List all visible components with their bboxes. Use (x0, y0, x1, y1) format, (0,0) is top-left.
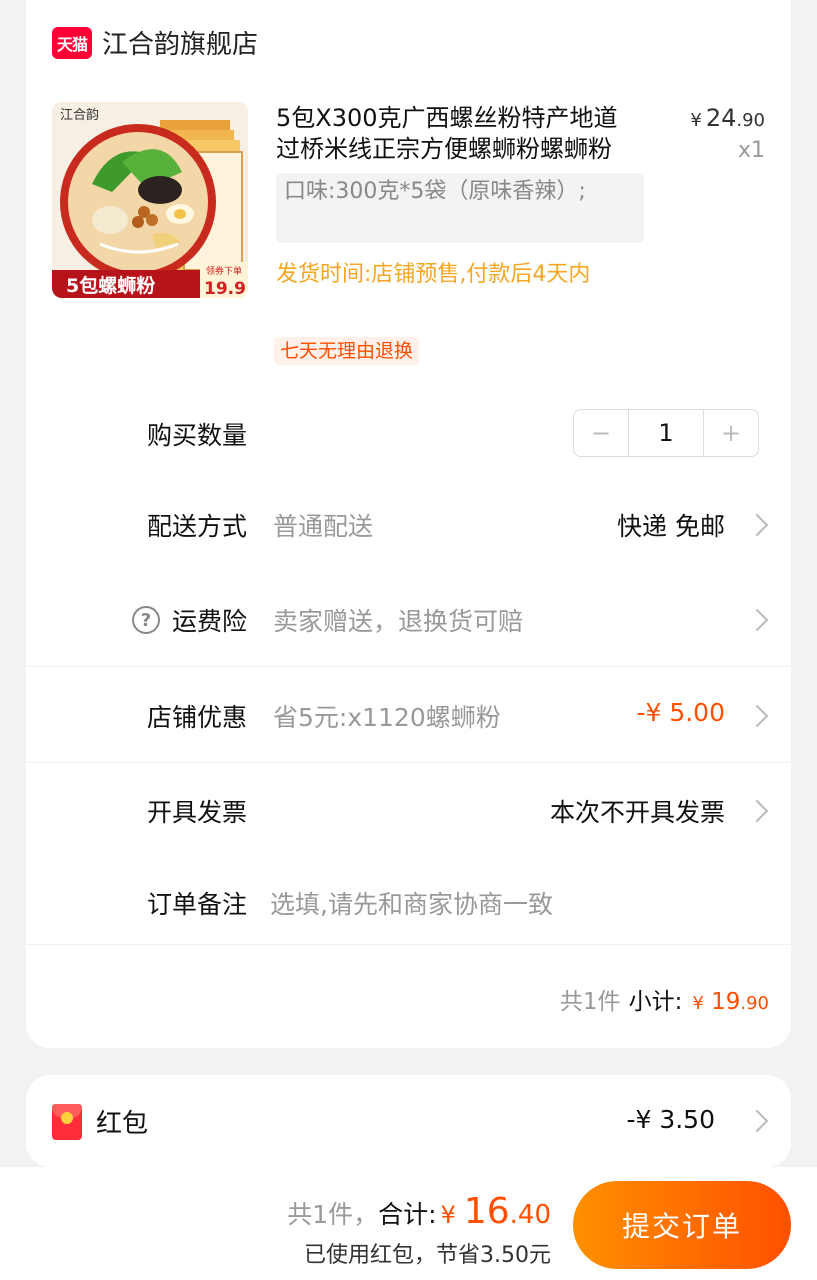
store-discount-row[interactable]: 店铺优惠 省5元:x1120螺蛳粉 -¥ 5.00 (26, 698, 791, 734)
delivery-method: 普通配送 (273, 512, 374, 541)
chevron-right-icon (745, 1109, 769, 1133)
insurance-label-group: ? 运费险 (131, 602, 247, 638)
product-image[interactable]: 螺蛳 江合韵 5包螺蛳粉 领券下单 19.9 (52, 102, 248, 298)
submit-order-button[interactable]: 提交订单 (573, 1181, 791, 1269)
divider (26, 944, 791, 945)
product-price-box: ¥24.90 x1 (690, 104, 765, 163)
delivery-row[interactable]: 配送方式 普通配送 快递 免邮 (26, 507, 791, 543)
insurance-desc: 卖家赠送，退换货可赔 (273, 607, 524, 636)
invoice-value: 本次不开具发票 (549, 798, 725, 827)
quantity-label: 购买数量 (146, 421, 247, 450)
ship-time-note: 发货时间:店铺预售,付款后4天内 (276, 262, 591, 287)
noodle-bowl-illustration: 螺蛳 江合韵 5包螺蛳粉 领券下单 19.9 (52, 102, 248, 298)
divider (26, 762, 791, 763)
price-tag: 19.9 (204, 279, 246, 298)
tmall-logo-icon: 天猫 (52, 26, 92, 59)
insurance-label: 运费险 (171, 607, 247, 636)
order-note-label: 订单备注 (146, 890, 247, 919)
red-packet-value: -¥ 3.50 (626, 1105, 715, 1134)
store-discount-label: 店铺优惠 (146, 703, 247, 732)
order-note-row: 订单备注 选填,请先和商家协商一致 (26, 885, 791, 921)
chevron-right-icon (745, 513, 769, 537)
order-total: 共1件，合计: ¥ 16.40 (287, 1191, 551, 1232)
product-banner-text: 5包螺蛳粉 (66, 274, 155, 297)
savings-note: 已使用红包，节省3.50元 (304, 1243, 551, 1268)
divider (26, 666, 791, 667)
store-header[interactable]: 天猫 江合韵旗舰店 (52, 24, 258, 61)
quantity-input[interactable]: 1 (628, 410, 704, 456)
invoice-row[interactable]: 开具发票 本次不开具发票 (26, 793, 791, 829)
product-quantity: x1 (737, 138, 765, 163)
order-note-input[interactable]: 选填,请先和商家协商一致 (270, 885, 553, 921)
red-packet-icon (52, 1104, 82, 1140)
invoice-label: 开具发票 (146, 798, 247, 827)
red-packet-row[interactable]: 红包 -¥ 3.50 (26, 1075, 791, 1167)
return-policy-tag: 七天无理由退换 (274, 337, 420, 365)
price-tag-label: 领券下单 (206, 265, 242, 277)
checkout-bar: 共1件，合计: ¥ 16.40 已使用红包，节省3.50元 提交订单 (0, 1167, 817, 1280)
chevron-right-icon (745, 799, 769, 823)
delivery-value: 快递 免邮 (617, 512, 725, 541)
chevron-right-icon (745, 608, 769, 632)
increment-button[interactable]: + (704, 410, 758, 456)
product-price: ¥24.90 (690, 104, 765, 132)
delivery-label: 配送方式 (146, 512, 247, 541)
store-discount-desc: 省5元:x1120螺蛳粉 (273, 703, 501, 732)
brand-logo-text: 江合韵 (60, 108, 99, 123)
help-icon[interactable]: ? (131, 606, 160, 634)
chevron-right-icon (745, 704, 769, 728)
store-name: 江合韵旗舰店 (102, 30, 259, 60)
product-title[interactable]: 5包X300克广西螺丝粉特产地道过桥米线正宗方便螺蛳粉螺蛳粉 (276, 103, 641, 165)
subtotal: 共1件 小计: ¥ 19.90 (559, 989, 769, 1015)
shipping-insurance-row[interactable]: ? 运费险 卖家赠送，退换货可赔 (26, 602, 791, 638)
decrement-button[interactable]: − (574, 410, 628, 456)
store-discount-value: -¥ 5.00 (636, 698, 725, 727)
quantity-stepper: − 1 + (573, 409, 759, 457)
red-packet-label: 红包 (96, 1109, 149, 1139)
store-order-card: 天猫 江合韵旗舰店 螺蛳 江合韵 (26, 0, 791, 1048)
sku-selector[interactable]: 口味:300克*5袋（原味香辣）; (276, 173, 644, 243)
